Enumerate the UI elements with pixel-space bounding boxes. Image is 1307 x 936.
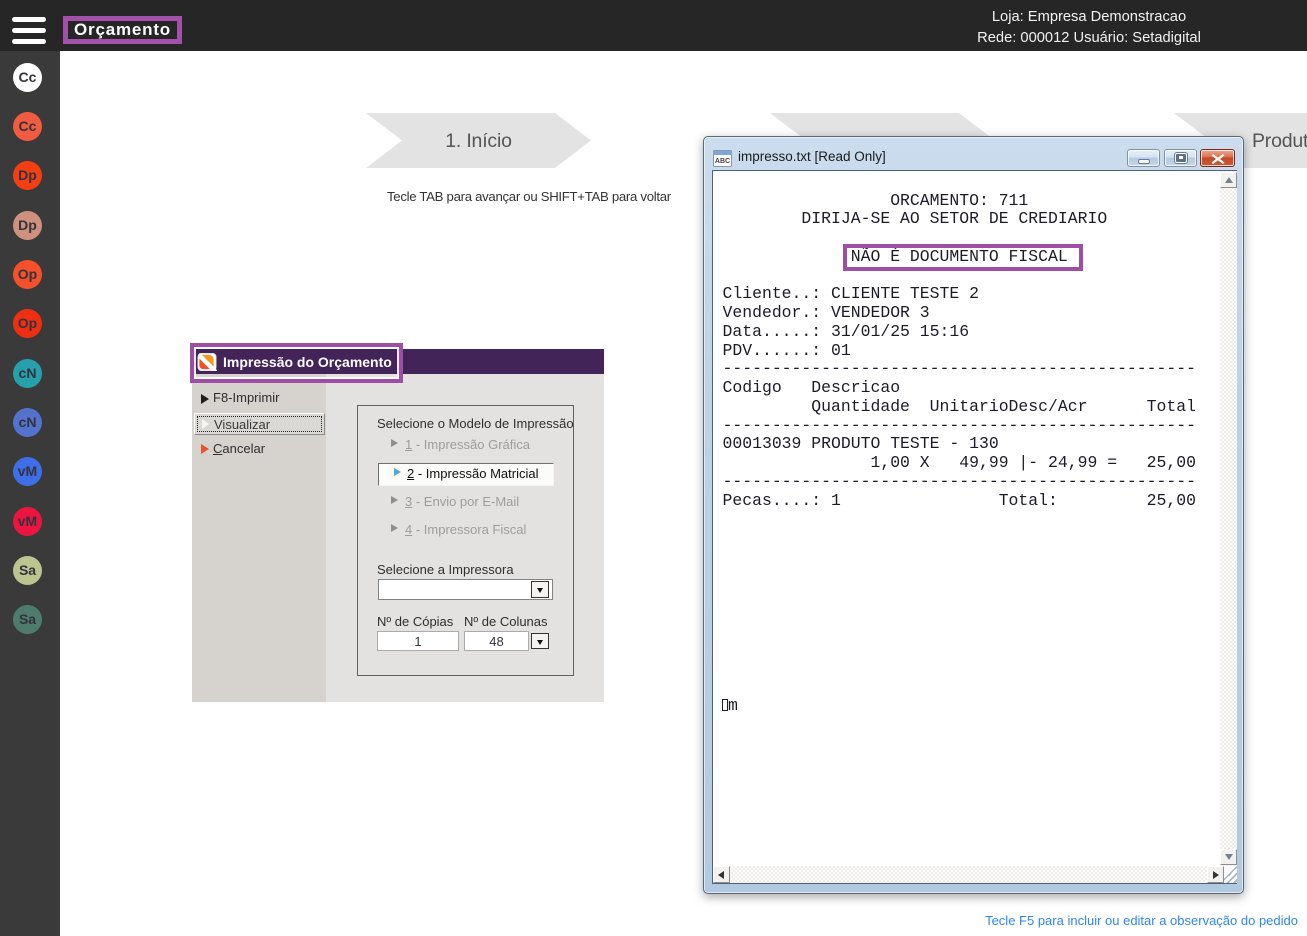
svg-text:ABC: ABC bbox=[715, 158, 730, 165]
